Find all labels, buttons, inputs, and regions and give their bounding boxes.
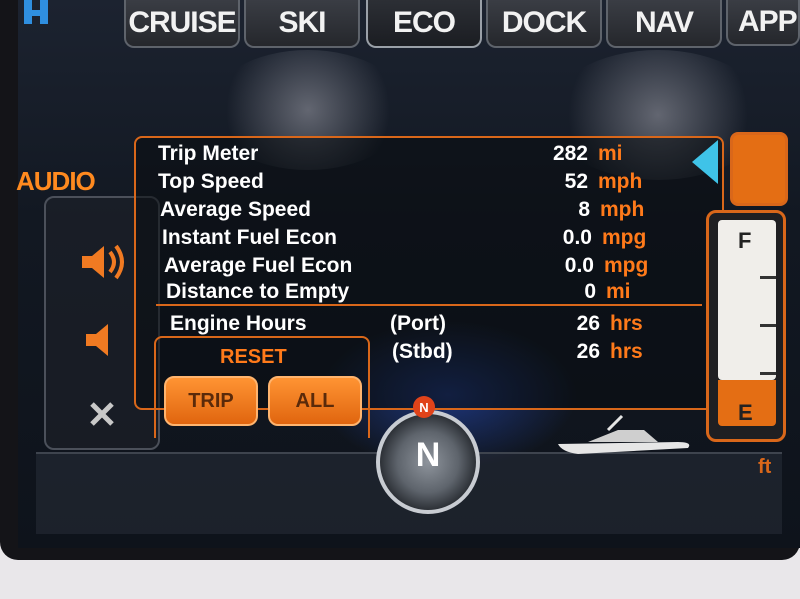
trip-value: 0.0 xyxy=(564,254,594,277)
tab-label: APP xyxy=(738,5,798,38)
tab-label: DOCK xyxy=(501,6,587,39)
reset-all-button[interactable]: ALL xyxy=(268,376,362,426)
trip-label: Trip Meter xyxy=(158,142,259,165)
trip-unit: mpg xyxy=(602,226,647,249)
volume-up-icon xyxy=(82,244,124,280)
trip-label: Instant Fuel Econ xyxy=(162,226,338,249)
trip-row: Top Speed 52 mph xyxy=(158,170,678,197)
trip-unit: mi xyxy=(598,142,623,165)
port-hours-unit: hrs xyxy=(610,312,643,335)
reset-trip-label: TRIP xyxy=(188,389,234,412)
tab-label: CRUISE xyxy=(128,6,236,39)
tab-nav[interactable]: NAV xyxy=(606,0,722,48)
trip-row: Trip Meter 282 mi xyxy=(158,142,678,169)
fuel-empty-label: E xyxy=(738,400,753,425)
volume-down-button[interactable] xyxy=(56,310,146,370)
trip-unit: mi xyxy=(606,280,631,303)
reset-label: RESET xyxy=(220,346,287,368)
trip-label: Average Speed xyxy=(160,198,311,221)
mute-button[interactable] xyxy=(56,386,146,446)
trip-value: 0 xyxy=(584,280,596,303)
tab-dock[interactable]: DOCK xyxy=(486,0,602,48)
tab-cruise[interactable]: CRUISE xyxy=(124,0,240,48)
fuel-tick xyxy=(760,276,776,279)
reset-all-label: ALL xyxy=(295,389,335,412)
home-icon[interactable] xyxy=(22,0,50,26)
compass-north-marker: N xyxy=(413,396,435,418)
volume-down-icon xyxy=(86,324,108,356)
reset-trip-button[interactable]: TRIP xyxy=(164,376,258,426)
close-icon xyxy=(90,402,114,426)
engine-hours-port-row: Engine Hours (Port) 26 hrs xyxy=(170,312,690,339)
port-hours-value: 26 xyxy=(576,312,600,335)
depth-unit-label: ft xyxy=(758,456,772,478)
boat-icon xyxy=(558,414,690,454)
trip-label: Average Fuel Econ xyxy=(164,254,353,277)
port-label: (Port) xyxy=(390,312,446,335)
trip-value: 8 xyxy=(578,198,590,221)
stbd-hours-value: 26 xyxy=(576,340,600,363)
trip-row: Instant Fuel Econ 0.0 mpg xyxy=(162,226,682,253)
trip-row: Average Speed 8 mph xyxy=(160,198,680,225)
fuel-tick xyxy=(760,324,776,327)
tab-label: NAV xyxy=(634,6,694,39)
tab-label: SKI xyxy=(278,6,326,39)
trip-unit: mpg xyxy=(604,254,649,277)
engine-hours-label: Engine Hours xyxy=(170,312,307,335)
panel-divider xyxy=(156,304,702,306)
trip-value: 52 xyxy=(564,170,588,193)
trip-value: 0.0 xyxy=(562,226,592,249)
tab-ski[interactable]: SKI xyxy=(244,0,360,48)
trip-unit: mph xyxy=(598,170,643,193)
trip-row: Average Fuel Econ 0.0 mpg xyxy=(164,254,684,281)
tab-label: ECO xyxy=(392,6,456,39)
tab-eco[interactable]: ECO xyxy=(366,0,482,48)
trip-unit: mph xyxy=(600,198,645,221)
stbd-hours-unit: hrs xyxy=(610,340,643,363)
selection-pointer-icon xyxy=(692,140,718,184)
fuel-full-label: F xyxy=(738,228,752,253)
trip-row: Distance to Empty 0 mi xyxy=(166,280,686,307)
trip-value: 282 xyxy=(552,142,588,165)
audio-label: AUDIO xyxy=(16,166,96,196)
stbd-label: (Stbd) xyxy=(392,340,453,363)
fuel-tick xyxy=(760,372,776,375)
volume-up-button[interactable] xyxy=(56,232,146,292)
tab-app[interactable]: APP xyxy=(726,0,800,46)
compass-heading: N xyxy=(415,436,441,474)
side-menu-button[interactable] xyxy=(730,132,788,206)
trip-label: Distance to Empty xyxy=(166,280,350,303)
trip-label: Top Speed xyxy=(158,170,264,193)
